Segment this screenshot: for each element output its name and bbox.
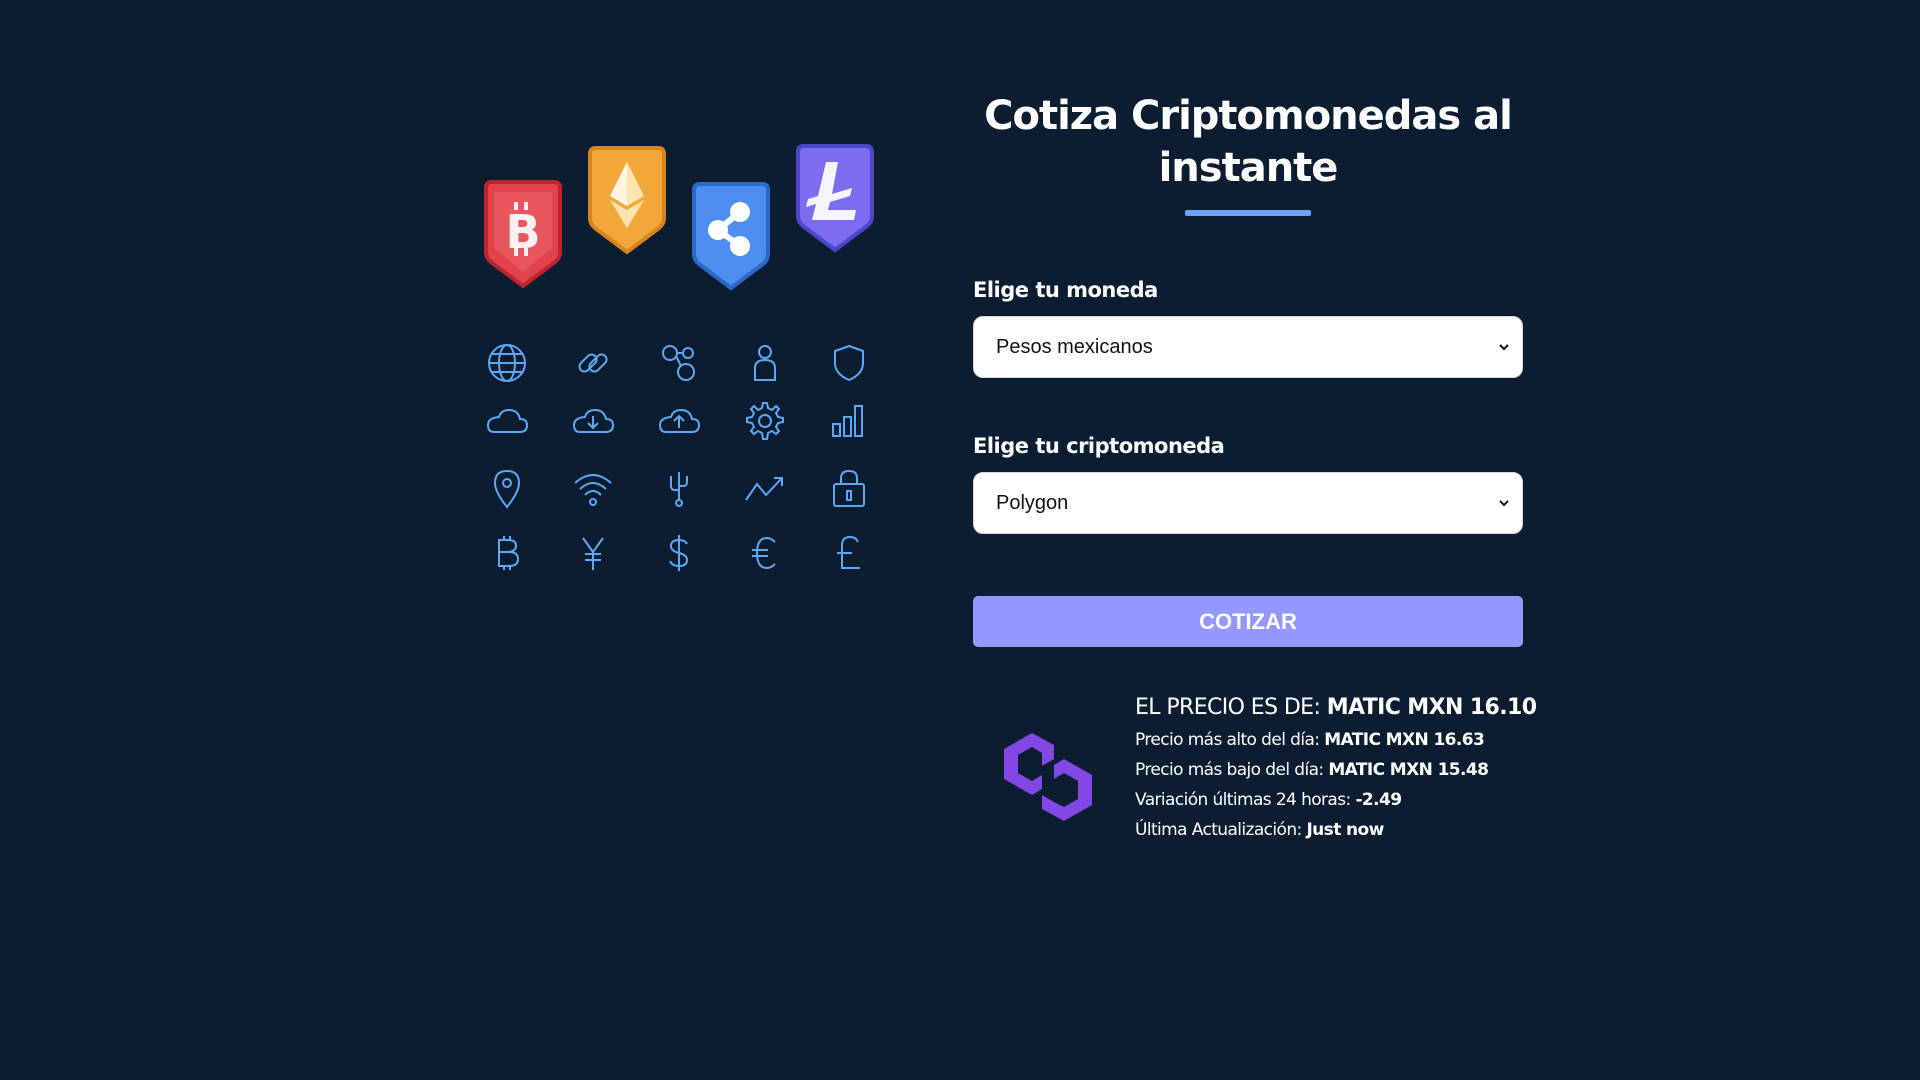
- cloud-upload-icon: [656, 398, 702, 444]
- location-pin-icon: [484, 466, 530, 512]
- high-price: Precio más alto del día: MATIC MXN 16.63: [1135, 730, 1535, 750]
- chevron-down-icon: [1499, 344, 1509, 351]
- crypto-label: Elige tu criptomoneda: [973, 434, 1225, 458]
- trend-up-icon: [742, 466, 788, 512]
- last-update-value: Just now: [1306, 820, 1384, 840]
- last-update-label: Última Actualización:: [1135, 820, 1302, 840]
- crypto-select[interactable]: Polygon: [973, 472, 1523, 534]
- euro-icon: [742, 530, 788, 576]
- globe-icon: [484, 340, 530, 386]
- price-change: Variación últimas 24 horas: -2.49: [1135, 790, 1535, 810]
- cloud-download-icon: [570, 398, 616, 444]
- bar-chart-icon: [826, 398, 872, 444]
- page: B Cotiza Criptomonedas al instante Elige…: [0, 0, 1920, 1080]
- feature-icon-grid: [470, 340, 890, 590]
- crypto-selected-value: Polygon: [996, 492, 1069, 514]
- svg-text:B: B: [505, 205, 540, 259]
- currency-selected-value: Pesos mexicanos: [996, 336, 1153, 358]
- crypto-badges: B: [470, 140, 890, 300]
- high-price-label: Precio más alto del día:: [1135, 730, 1320, 750]
- network-icon: [656, 340, 702, 386]
- price-change-label: Variación últimas 24 horas:: [1135, 790, 1351, 810]
- current-price: EL PRECIO ES DE: MATIC MXN 16.10: [1135, 695, 1537, 720]
- title-underline: [1185, 210, 1311, 216]
- crypto-illustration: B: [470, 140, 890, 600]
- low-price-value: MATIC MXN 15.48: [1328, 760, 1489, 780]
- low-price: Precio más bajo del día: MATIC MXN 15.48: [1135, 760, 1535, 780]
- polygon-logo-icon: [1004, 733, 1092, 821]
- quote-form: Cotiza Criptomonedas al instante Elige t…: [973, 90, 1537, 865]
- currency-select[interactable]: Pesos mexicanos: [973, 316, 1523, 378]
- gear-icon: [742, 398, 788, 444]
- price-value: MATIC MXN 16.10: [1326, 695, 1537, 720]
- price-label: EL PRECIO ES DE:: [1135, 695, 1321, 720]
- link-icon: [570, 340, 616, 386]
- lock-icon: [826, 466, 872, 512]
- low-price-label: Precio más bajo del día:: [1135, 760, 1324, 780]
- bitcoin-icon: [484, 530, 530, 576]
- currency-label: Elige tu moneda: [973, 278, 1158, 302]
- page-title: Cotiza Criptomonedas al instante: [984, 93, 1513, 191]
- high-price-value: MATIC MXN 16.63: [1324, 730, 1485, 750]
- dollar-icon: [656, 530, 702, 576]
- usb-icon: [656, 466, 702, 512]
- quote-result: EL PRECIO ES DE: MATIC MXN 16.10 Precio …: [973, 695, 1537, 865]
- shield-icon: [826, 340, 872, 386]
- pound-icon: [826, 530, 872, 576]
- result-details: EL PRECIO ES DE: MATIC MXN 16.10 Precio …: [1135, 695, 1537, 850]
- yen-icon: [570, 530, 616, 576]
- bitcoin-badge-icon: B: [484, 180, 562, 289]
- last-update: Última Actualización: Just now: [1135, 820, 1535, 840]
- chevron-down-icon: [1499, 500, 1509, 507]
- cloud-icon: [484, 398, 530, 444]
- quote-button[interactable]: COTIZAR: [973, 596, 1523, 647]
- user-icon: [742, 340, 788, 386]
- price-change-value: -2.49: [1355, 790, 1402, 810]
- wifi-icon: [570, 466, 616, 512]
- ethereum-badge-icon: [588, 146, 666, 255]
- litecoin-badge-icon: [796, 144, 874, 253]
- ripple-badge-icon: [692, 182, 770, 291]
